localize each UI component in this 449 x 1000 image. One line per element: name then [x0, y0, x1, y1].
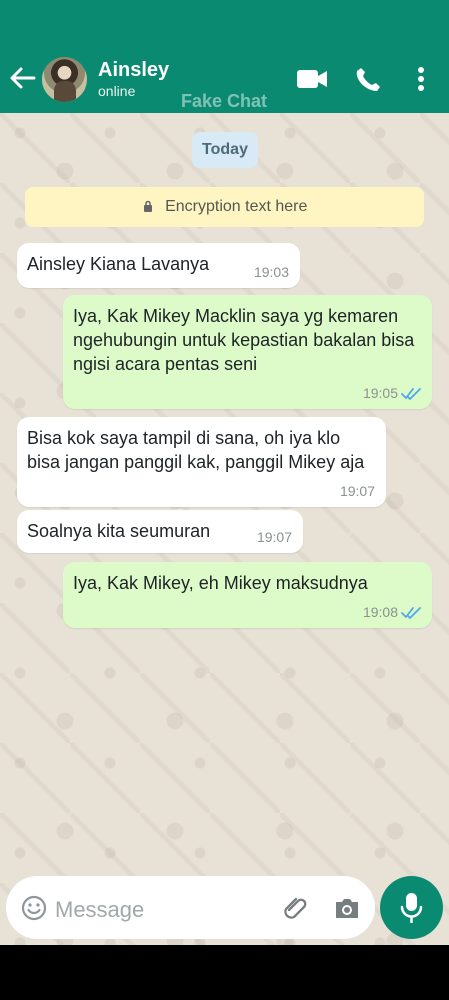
lock-icon: [143, 200, 152, 212]
message-text: Soalnya kita seumuran: [27, 521, 211, 541]
message-text: Iya, Kak Mikey, eh Mikey maksudnya: [73, 573, 368, 593]
incoming-message[interactable]: Ainsley Kiana Lavanya 19:03: [17, 243, 300, 288]
message-text: Ainsley Kiana Lavanya: [27, 254, 210, 274]
message-time: 19:07: [339, 483, 375, 499]
incoming-message[interactable]: Soalnya kita seumuran 19:07: [17, 510, 303, 553]
message-text: Bisa kok saya tampil di sana, oh iya klo…: [27, 428, 365, 472]
message-time: 19:03: [253, 264, 289, 280]
smiley-icon[interactable]: [21, 895, 47, 921]
outgoing-message[interactable]: Iya, Kak Mikey Macklin saya yg kemaren n…: [63, 295, 432, 409]
double-check-icon: [401, 388, 421, 400]
message-composer[interactable]: Message: [6, 876, 375, 939]
paperclip-icon[interactable]: [282, 894, 310, 922]
incoming-message[interactable]: Bisa kok saya tampil di sana, oh iya klo…: [17, 417, 386, 507]
message-time: 19:08: [362, 604, 398, 620]
message-time: 19:07: [256, 529, 292, 545]
encryption-notice: Encryption text here: [25, 187, 424, 227]
message-time: 19:05: [362, 385, 398, 401]
date-separator: Today: [192, 132, 258, 168]
camera-icon[interactable]: [333, 895, 361, 921]
voice-message-button[interactable]: [380, 876, 443, 939]
message-text: Iya, Kak Mikey Macklin saya yg kemaren n…: [73, 306, 415, 374]
message-input-placeholder[interactable]: Message: [55, 897, 144, 923]
microphone-icon: [400, 893, 423, 923]
app-watermark: Fake Chat: [181, 91, 268, 111]
double-check-icon: [401, 607, 421, 619]
phone-icon[interactable]: [354, 66, 380, 92]
encryption-text: Encryption text here: [165, 198, 308, 215]
contact-status: online: [98, 83, 136, 99]
chat-header: Ainsley online Fake Chat: [0, 0, 449, 113]
back-arrow-icon[interactable]: [8, 64, 36, 92]
video-camera-icon[interactable]: [296, 68, 328, 90]
contact-avatar[interactable]: [42, 57, 87, 102]
outgoing-message[interactable]: Iya, Kak Mikey, eh Mikey maksudnya 19:08: [63, 562, 432, 628]
system-navigation-area: [0, 945, 449, 1000]
vertical-dots-icon[interactable]: [414, 66, 428, 92]
contact-name[interactable]: Ainsley: [98, 59, 169, 82]
